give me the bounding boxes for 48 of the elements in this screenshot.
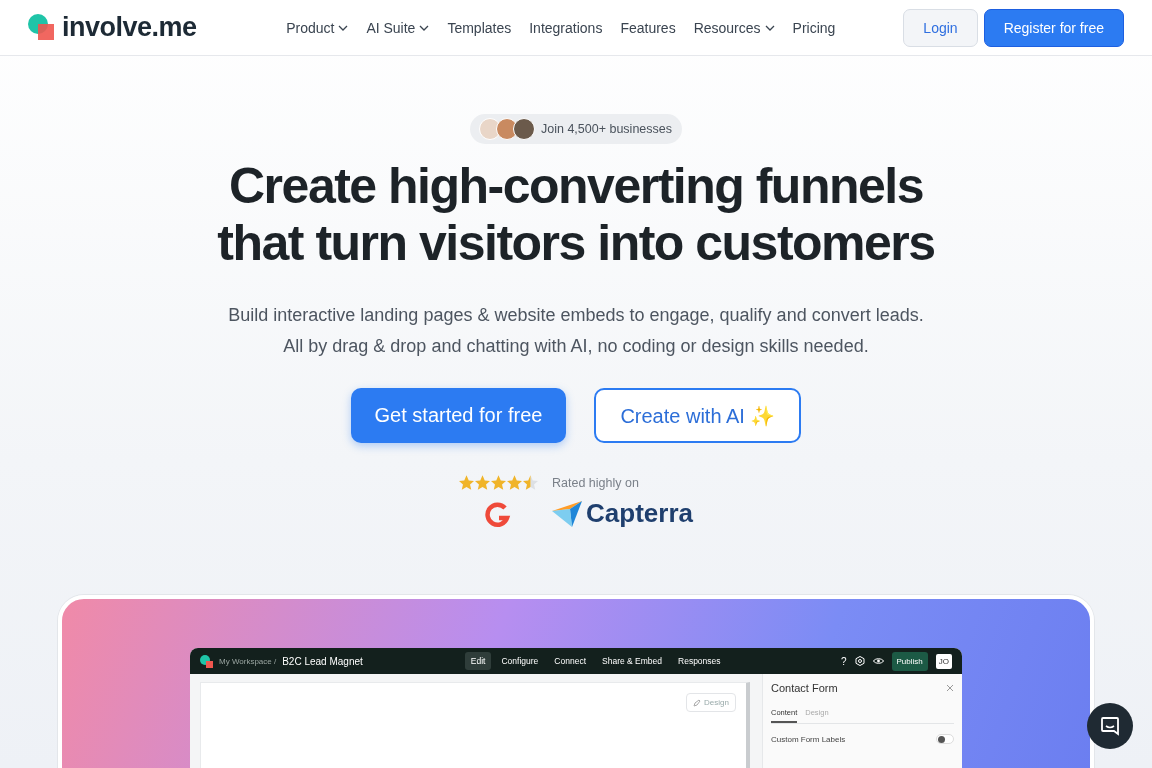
editor-tab[interactable]: Responses <box>672 652 727 670</box>
setting-label: Custom Form Labels <box>771 734 846 744</box>
nav-link[interactable]: AI Suite <box>366 19 430 36</box>
nav-link[interactable]: Product <box>286 19 349 36</box>
publish-button[interactable]: Publish <box>891 651 928 671</box>
paper-plane-icon <box>552 500 583 527</box>
logo-icon <box>200 654 213 668</box>
rating-label: Rated highly on <box>552 475 640 490</box>
editor-tab[interactable]: Configure <box>495 652 545 670</box>
close-icon[interactable] <box>946 684 954 692</box>
register-button[interactable]: Register for free <box>983 8 1124 47</box>
logo-icon <box>28 13 56 42</box>
settings-icon[interactable] <box>854 656 865 666</box>
logo-text[interactable]: involve.me <box>62 12 197 43</box>
nav-link[interactable]: Templates <box>447 19 512 36</box>
editor-tab[interactable]: Connect <box>548 652 592 670</box>
editor-tab[interactable]: Edit <box>464 652 492 670</box>
nav-link[interactable]: Features <box>620 19 676 36</box>
editor-tab[interactable]: Share & Embed <box>596 652 669 670</box>
pencil-icon <box>693 698 702 707</box>
project-name: B2C Lead Magnet <box>282 655 363 667</box>
half-star-icon <box>523 475 539 490</box>
hero-title: Create high-converting funnels that turn visitors into customers <box>217 158 935 272</box>
nav-link[interactable]: Resources <box>693 19 775 36</box>
star-icon <box>491 475 507 490</box>
panel-title: Contact Form <box>771 682 838 694</box>
create-with-ai-button[interactable]: Create with AI ✨ <box>594 388 802 443</box>
get-started-button[interactable]: Get started for free <box>350 388 567 443</box>
login-button[interactable]: Login <box>903 8 978 47</box>
badge-text: Join 4,500+ businesses <box>541 122 672 136</box>
g2-logo-icon <box>484 499 513 528</box>
nav-link[interactable]: Integrations <box>529 19 603 36</box>
chevron-down-icon <box>419 24 430 31</box>
chat-button[interactable] <box>1087 703 1133 749</box>
capterra-wordmark: Capterra <box>586 498 693 529</box>
help-icon[interactable]: ? <box>840 655 847 667</box>
star-icon <box>459 475 475 490</box>
nav-link[interactable]: Pricing <box>792 19 836 36</box>
chevron-down-icon <box>764 24 775 31</box>
star-icon <box>475 475 491 490</box>
eye-icon[interactable] <box>872 657 884 665</box>
breadcrumb-text[interactable]: My Workspace / <box>219 656 277 666</box>
hero-subtitle: Build interactive landing pages & website embeds to engage, qualify and convert leads. All by drag & drop and chatting with AI, no coding or design skills needed. <box>228 304 924 358</box>
chevron-down-icon <box>338 24 349 31</box>
chat-icon <box>1100 716 1120 736</box>
avatar-circle <box>513 118 535 140</box>
user-avatar[interactable]: JO <box>935 653 952 669</box>
toggle-switch[interactable] <box>936 734 954 744</box>
